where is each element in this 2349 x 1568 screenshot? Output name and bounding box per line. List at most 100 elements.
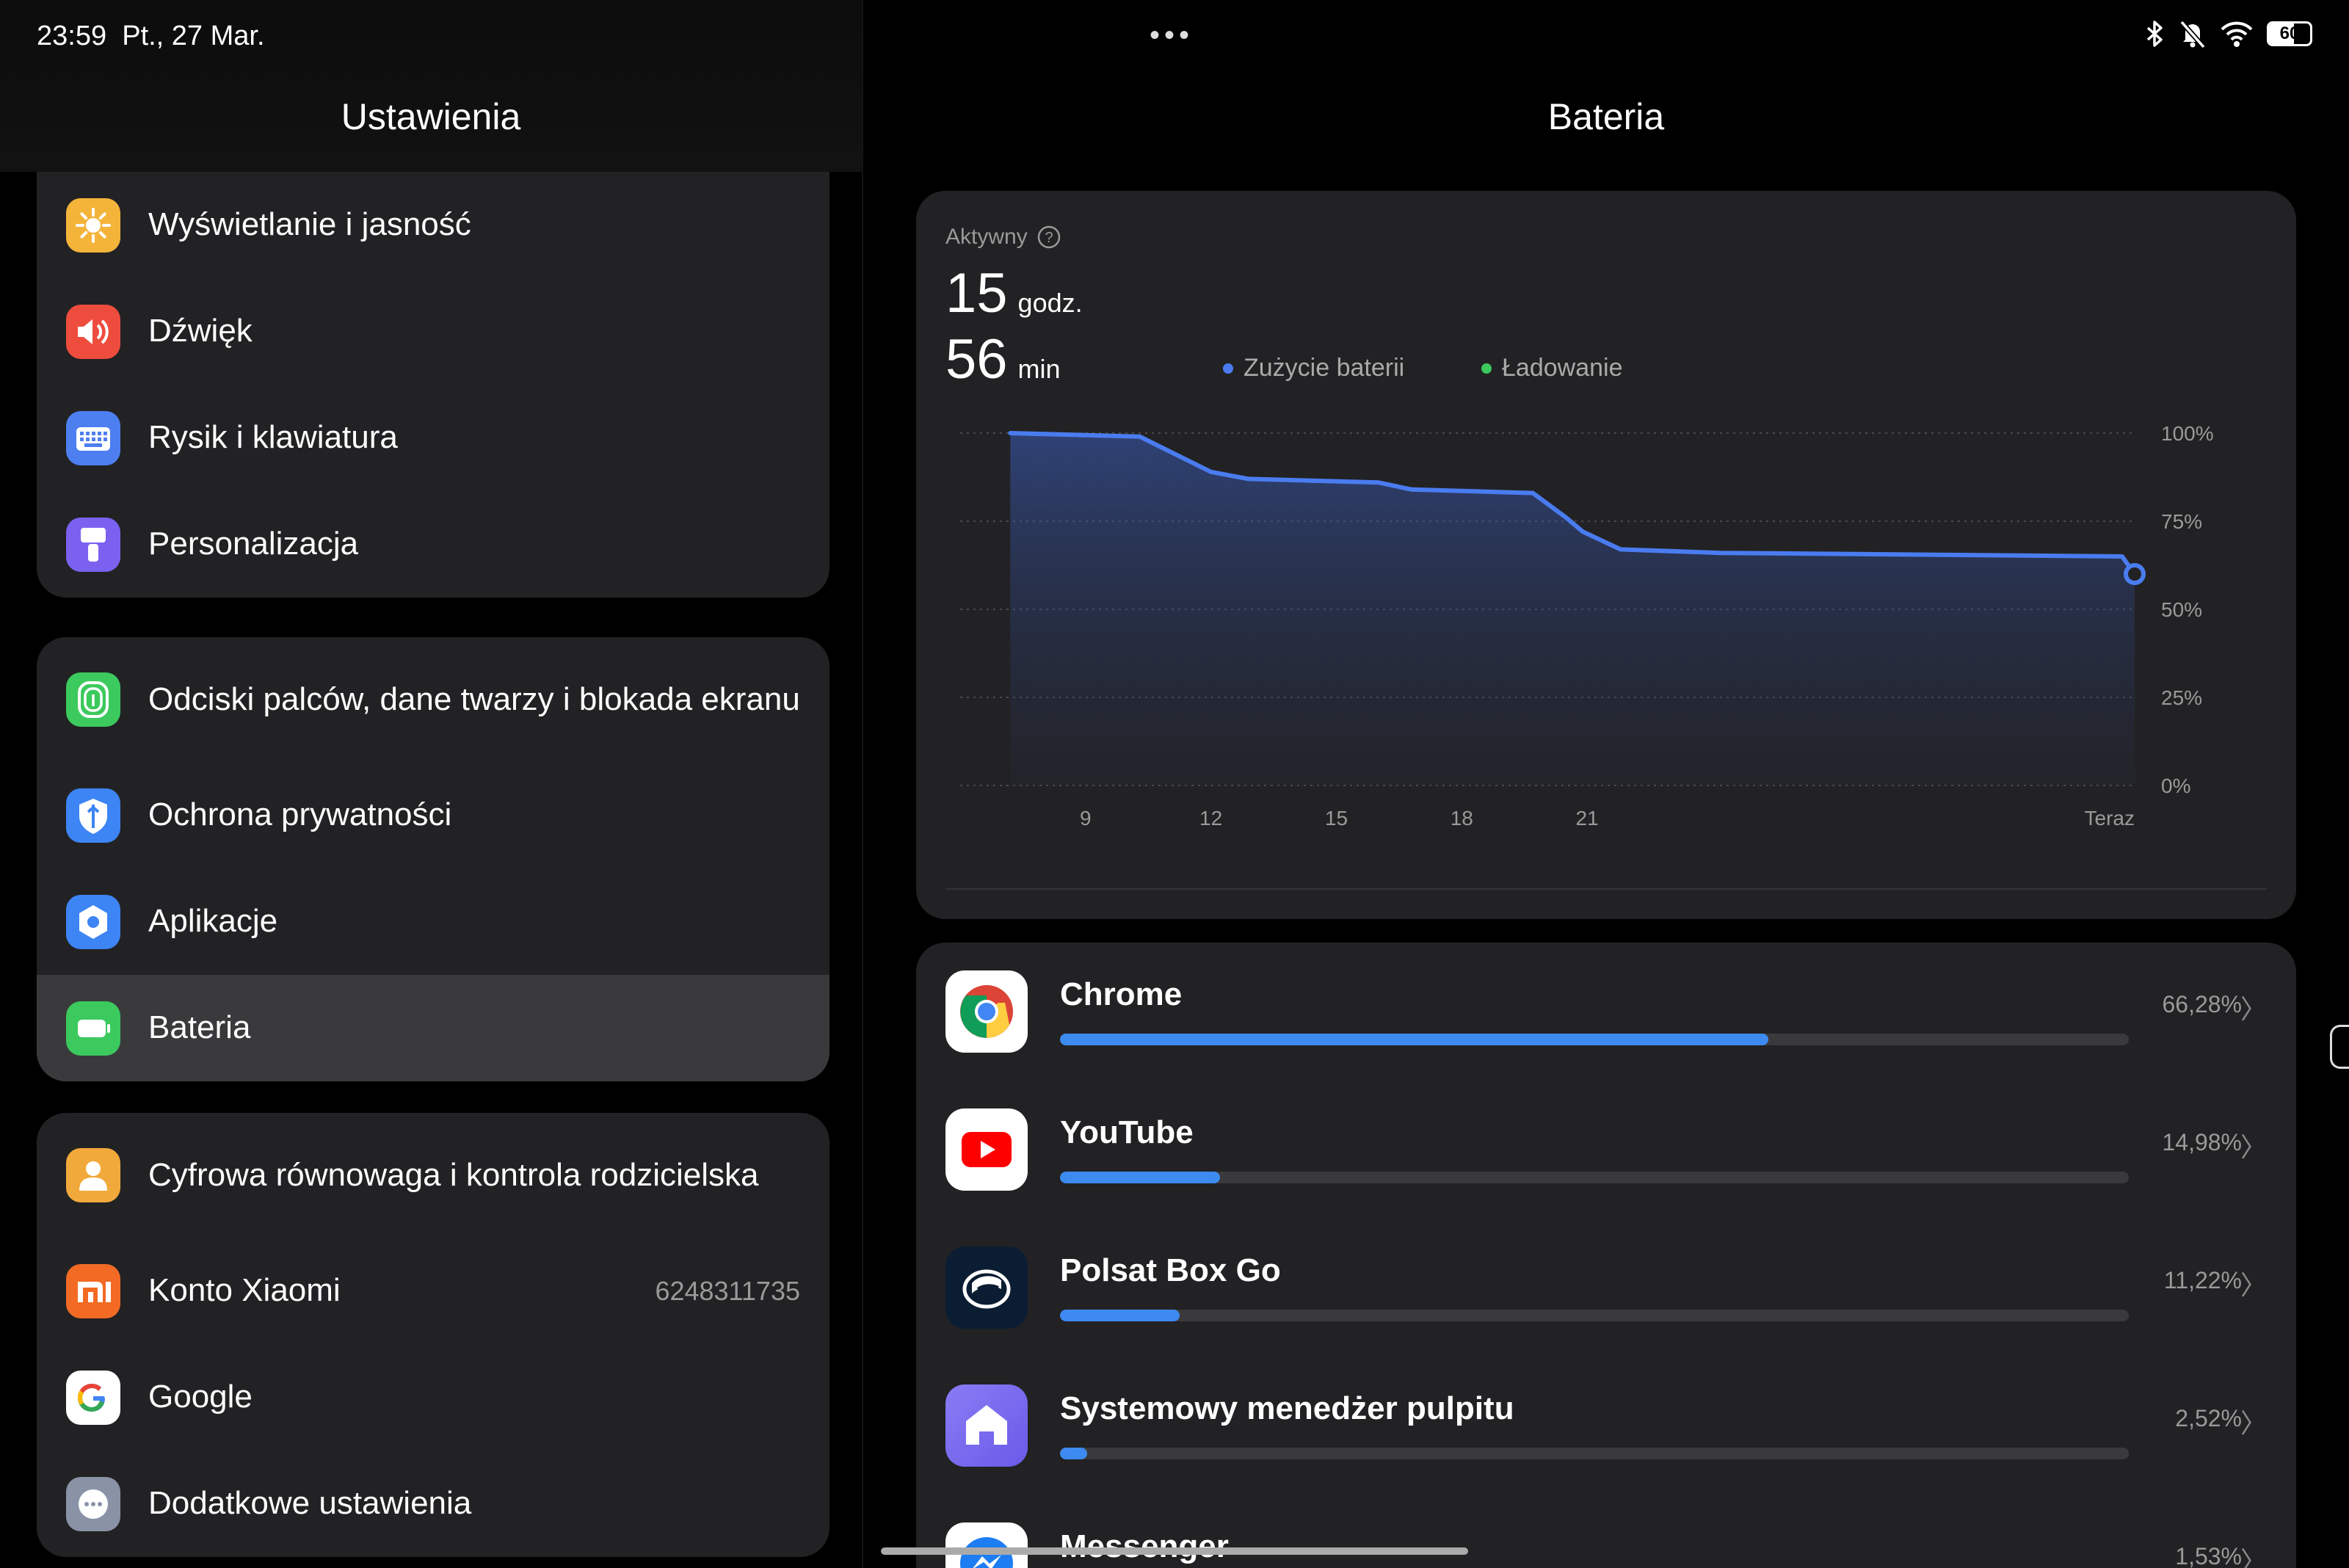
usage-percent: 66,28%: [2162, 991, 2242, 1017]
usage-bar: [1060, 1034, 2129, 1045]
settings-title: Ustawienia: [341, 96, 521, 137]
x-tick-label: 18: [1451, 807, 1473, 830]
app-usage-body: Chrome 66,28% 〉: [1060, 970, 2267, 1053]
google-icon: [66, 1370, 120, 1425]
settings-item-brush[interactable]: Personalizacja: [37, 491, 829, 598]
status-time: 23:59: [37, 21, 107, 51]
settings-item-label: Aplikacje: [148, 903, 278, 940]
settings-item-label: Odciski palców, dane twarzy i blokada ek…: [148, 680, 800, 717]
app-name: Messenger: [1060, 1528, 1229, 1564]
settings-item-label: Wyświetlanie i jasność: [148, 206, 471, 243]
bluetooth-icon: [2146, 21, 2163, 47]
app-usage-body: YouTube 14,98% 〉: [1060, 1108, 2267, 1191]
bell-muted-icon: [2179, 20, 2206, 48]
card-divider: [945, 888, 2267, 890]
settings-item-label: Dodatkowe ustawienia: [148, 1485, 472, 1522]
app-usage-row[interactable]: Systemowy menedżer pulpitu 2,52% 〉: [916, 1357, 2296, 1495]
app-usage-row[interactable]: Messenger 1,53% 〉: [916, 1495, 2296, 1568]
keyboard-icon: [66, 410, 120, 465]
usage-area: [1010, 433, 2135, 785]
settings-item-more[interactable]: Dodatkowe ustawienia: [37, 1451, 829, 1557]
settings-group: Odciski palców, dane twarzy i blokada ek…: [37, 637, 829, 1081]
more-icon: [66, 1476, 120, 1531]
app-name: Chrome: [1060, 976, 1183, 1012]
settings-item-keyboard[interactable]: Rysik i klawiatura: [37, 385, 829, 491]
usage-bar-fill: [1060, 1034, 1769, 1045]
mi-icon: [66, 1263, 120, 1318]
settings-item-gear[interactable]: Aplikacje: [37, 868, 829, 975]
messenger-icon: [945, 1522, 1028, 1568]
usage-bar-fill: [1060, 1448, 1087, 1459]
settings-item-sun[interactable]: Wyświetlanie i jasność: [37, 172, 829, 278]
shield-icon: [66, 788, 120, 843]
chevron-right-icon: 〉: [2240, 1270, 2267, 1300]
app-name: YouTube: [1060, 1114, 1194, 1150]
chevron-right-icon: 〉: [2240, 1132, 2267, 1162]
x-tick-label: 21: [1576, 807, 1599, 830]
settings-item-google[interactable]: Google: [37, 1344, 829, 1451]
current-level-point: [2124, 563, 2146, 585]
usage-bar: [1060, 1310, 2129, 1321]
app-usage-row[interactable]: Polsat Box Go 11,22% 〉: [916, 1219, 2296, 1357]
x-tick-label: 12: [1199, 807, 1222, 830]
app-name: Polsat Box Go: [1060, 1252, 1281, 1288]
status-clock: 23:59 Pt., 27 Mar.: [37, 21, 265, 52]
person-icon: [66, 1148, 120, 1202]
fingerprint-icon: [66, 672, 120, 727]
chrome-icon: [945, 970, 1028, 1053]
app-usage-body: Polsat Box Go 11,22% 〉: [1060, 1246, 2267, 1329]
settings-item-label: Bateria: [148, 1009, 251, 1046]
settings-item-label: Rysik i klawiatura: [148, 419, 398, 456]
usage-percent: 2,52%: [2175, 1405, 2242, 1431]
battery-icon: [66, 1001, 120, 1056]
speaker-icon: [66, 304, 120, 359]
gear-icon: [66, 894, 120, 949]
battery-chart: 100% 75% 50% 25% 0% 9 12 15 18 21 Teraz: [960, 422, 2214, 830]
app-usage-body: Messenger 1,53% 〉: [1060, 1522, 2267, 1568]
brush-icon: [66, 517, 120, 572]
app-usage-list: Chrome 66,28% 〉 YouTube 14,98% 〉 Polsat …: [916, 943, 2296, 1568]
usage-percent: 1,53%: [2175, 1543, 2242, 1568]
settings-item-label: Personalizacja: [148, 526, 359, 562]
chevron-right-icon: 〉: [2240, 1546, 2267, 1568]
chevron-right-icon: 〉: [2240, 1408, 2267, 1438]
youtube-icon: [945, 1108, 1028, 1191]
home-icon: [945, 1384, 1028, 1467]
settings-item-mi[interactable]: Konto Xiaomi 6248311735: [37, 1238, 829, 1344]
settings-item-shield[interactable]: Ochrona prywatności: [37, 762, 829, 868]
app-name: Systemowy menedżer pulpitu: [1060, 1390, 1514, 1426]
more-dots-icon[interactable]: •••: [1150, 19, 1194, 52]
settings-item-label: Dźwięk: [148, 313, 253, 349]
wifi-icon: [2221, 21, 2253, 47]
settings-item-fingerprint[interactable]: Odciski palców, dane twarzy i blokada ek…: [37, 637, 829, 762]
usage-bar-fill: [1060, 1310, 1180, 1321]
y-tick-label: 25%: [2161, 686, 2202, 709]
app-usage-row[interactable]: YouTube 14,98% 〉: [916, 1081, 2296, 1219]
x-tick-label: 9: [1080, 807, 1092, 830]
settings-item-person[interactable]: Cyfrowa równowaga i kontrola rodzicielsk…: [37, 1113, 829, 1238]
usage-percent: 11,22%: [2163, 1267, 2242, 1293]
polsat-icon: [945, 1246, 1028, 1329]
home-indicator[interactable]: [881, 1547, 1468, 1555]
settings-item-battery[interactable]: Bateria: [37, 975, 829, 1081]
edge-handle-icon[interactable]: [2330, 1025, 2349, 1069]
settings-item-label: Konto Xiaomi: [148, 1272, 341, 1309]
y-tick-label: 75%: [2161, 510, 2202, 533]
settings-pane: Ustawienia Wyświetlanie i jasność Dźwięk R…: [0, 0, 862, 1568]
app-usage-row[interactable]: Chrome 66,28% 〉: [916, 943, 2296, 1081]
usage-bar: [1060, 1448, 2129, 1459]
settings-item-label: Google: [148, 1379, 253, 1415]
battery-icon: 60: [2267, 21, 2312, 46]
y-tick-label: 0%: [2161, 774, 2190, 797]
battery-level: 60: [2279, 23, 2300, 43]
sun-icon: [66, 197, 120, 253]
settings-item-label: Ochrona prywatności: [148, 796, 452, 833]
usage-bar: [1060, 1172, 2129, 1183]
x-tick-label: Teraz: [2085, 807, 2135, 830]
y-tick-label: 50%: [2161, 598, 2202, 621]
pane-divider: [862, 0, 863, 1568]
settings-item-speaker[interactable]: Dźwięk: [37, 278, 829, 385]
battery-usage-card: Aktywny ? 15 godz. 56 min Zużycie baterii …: [916, 191, 2296, 919]
y-tick-label: 100%: [2161, 422, 2214, 445]
settings-item-value: 6248311735: [655, 1275, 800, 1306]
